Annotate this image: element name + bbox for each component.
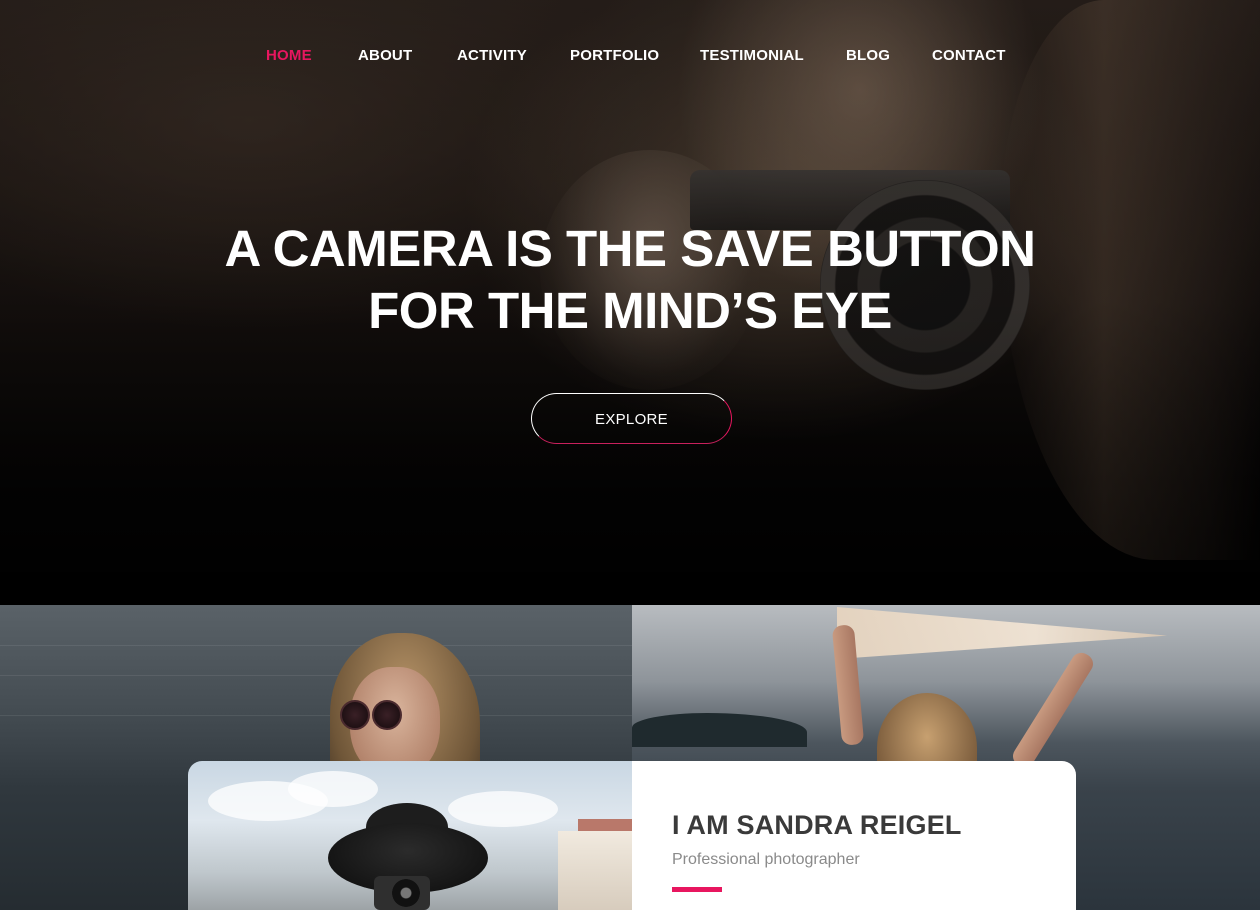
main-nav: HOME ABOUT ACTIVITY PORTFOLIO TESTIMONIA… (0, 44, 1260, 68)
about-info-card: I AM SANDRA REIGEL Professional photogra… (632, 761, 1076, 910)
about-role: Professional photographer (672, 851, 860, 868)
about-photo (188, 761, 632, 910)
nav-item-home[interactable]: HOME (266, 44, 312, 68)
photo-island (632, 713, 807, 747)
photo-scarf (837, 607, 1167, 659)
nav-item-activity[interactable]: ACTIVITY (457, 44, 527, 68)
sunglasses-icon (340, 700, 402, 730)
nav-item-blog[interactable]: BLOG (846, 44, 890, 68)
nav-item-contact[interactable]: CONTACT (932, 44, 1006, 68)
nav-item-portfolio[interactable]: PORTFOLIO (570, 44, 659, 68)
about-name: I AM SANDRA REIGEL (672, 810, 962, 840)
nav-item-testimonial[interactable]: TESTIMONIAL (700, 44, 804, 68)
hero-section: HOME ABOUT ACTIVITY PORTFOLIO TESTIMONIA… (0, 0, 1260, 605)
explore-button[interactable]: EXPLORE (531, 393, 732, 444)
camera-lens-icon (392, 879, 420, 907)
nav-item-about[interactable]: ABOUT (358, 44, 412, 68)
hero-title-line-2: FOR THE MIND’S EYE (368, 282, 892, 339)
hero-title-line-1: A CAMERA IS THE SAVE BUTTON (224, 220, 1036, 277)
photo-arm-right (1009, 649, 1097, 771)
photo-building (558, 831, 632, 910)
accent-divider (672, 887, 722, 892)
hero-title: A CAMERA IS THE SAVE BUTTON FOR THE MIND… (0, 218, 1260, 342)
